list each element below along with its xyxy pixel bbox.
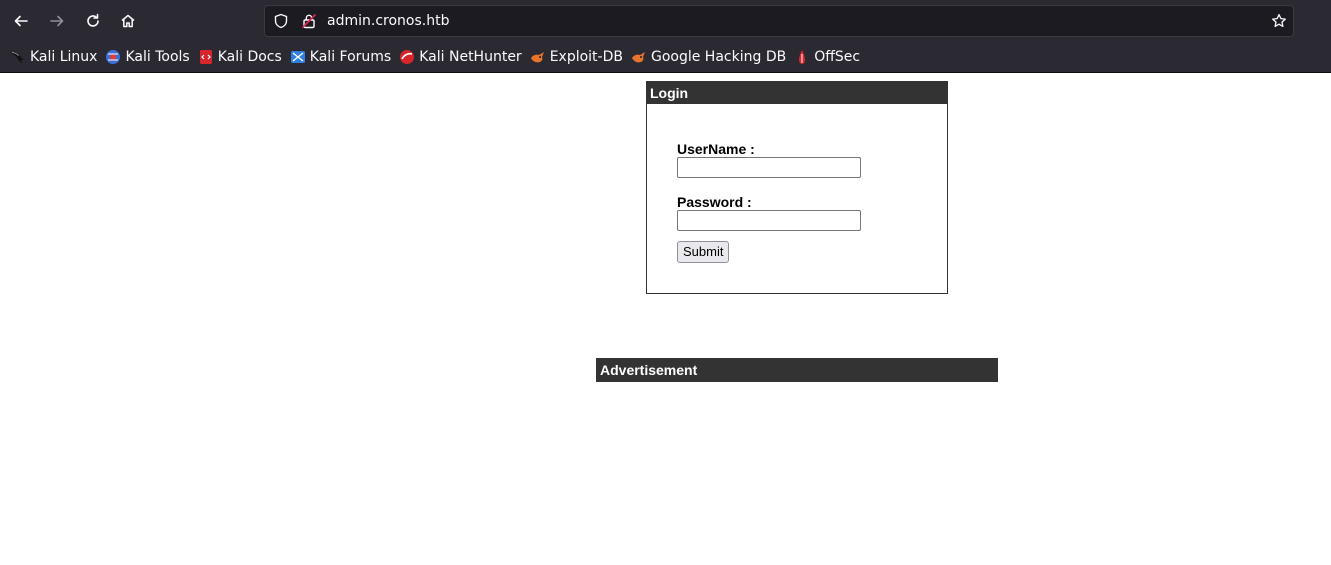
page-content: Login UserName : Password : Submit Adver… [0, 74, 1331, 565]
username-input[interactable] [677, 157, 861, 178]
reload-icon [87, 13, 99, 27]
url-bar[interactable]: admin.cronos.htb [264, 5, 1294, 37]
bookmark-label: Kali Forums [309, 49, 392, 65]
bookmark-label: Kali Tools [125, 49, 190, 65]
insecure-lock-icon[interactable] [301, 13, 317, 29]
bookmark-offsec[interactable]: OffSec [792, 45, 866, 69]
bookmark-star-icon[interactable] [1271, 13, 1287, 29]
url-text[interactable]: admin.cronos.htb [327, 12, 449, 30]
offsec-icon [794, 49, 810, 65]
navigation-toolbar: admin.cronos.htb [0, 0, 1331, 42]
kali-nethunter-icon [399, 49, 415, 65]
browser-chrome: admin.cronos.htb Kali Linux Kali Tools K… [0, 0, 1331, 73]
bookmark-kali-linux[interactable]: Kali Linux [8, 45, 103, 69]
ghdb-icon [631, 49, 647, 65]
kali-docs-icon [198, 49, 214, 65]
bookmark-google-hacking-db[interactable]: Google Hacking DB [629, 45, 792, 69]
bookmark-label: Kali Docs [217, 49, 282, 65]
bookmark-exploit-db[interactable]: Exploit-DB [528, 45, 629, 69]
shield-icon[interactable] [273, 13, 289, 29]
arrow-left-icon [14, 15, 28, 27]
bookmarks-toolbar: Kali Linux Kali Tools Kali Docs Kali For… [0, 42, 1331, 72]
bookmark-label: Kali Linux [30, 49, 98, 65]
login-title: Login [647, 82, 947, 104]
bookmark-kali-tools[interactable]: Kali Tools [103, 45, 195, 69]
advertisement-title: Advertisement [596, 358, 998, 382]
password-label: Password : [677, 194, 752, 210]
bookmark-label: Exploit-DB [549, 49, 623, 65]
kali-forums-icon [290, 49, 306, 65]
exploit-db-icon [530, 49, 546, 65]
bookmark-label: Google Hacking DB [650, 49, 787, 65]
back-button[interactable] [7, 7, 35, 35]
bookmark-label: OffSec [814, 49, 861, 65]
bookmark-kali-nethunter[interactable]: Kali NetHunter [397, 45, 527, 69]
home-button[interactable] [114, 7, 142, 35]
password-input[interactable] [677, 210, 861, 231]
bookmark-kali-docs[interactable]: Kali Docs [196, 45, 288, 69]
kali-dragon-icon [10, 49, 26, 65]
home-icon [121, 14, 135, 28]
forward-button[interactable] [43, 7, 71, 35]
reload-button[interactable] [79, 7, 107, 35]
login-panel: Login UserName : Password : Submit [646, 81, 948, 294]
kali-tools-icon [105, 49, 121, 65]
arrow-right-icon [50, 15, 64, 27]
bookmark-kali-forums[interactable]: Kali Forums [288, 45, 397, 69]
bookmark-label: Kali NetHunter [419, 49, 522, 65]
username-label: UserName : [677, 141, 755, 157]
submit-button[interactable]: Submit [677, 241, 730, 263]
